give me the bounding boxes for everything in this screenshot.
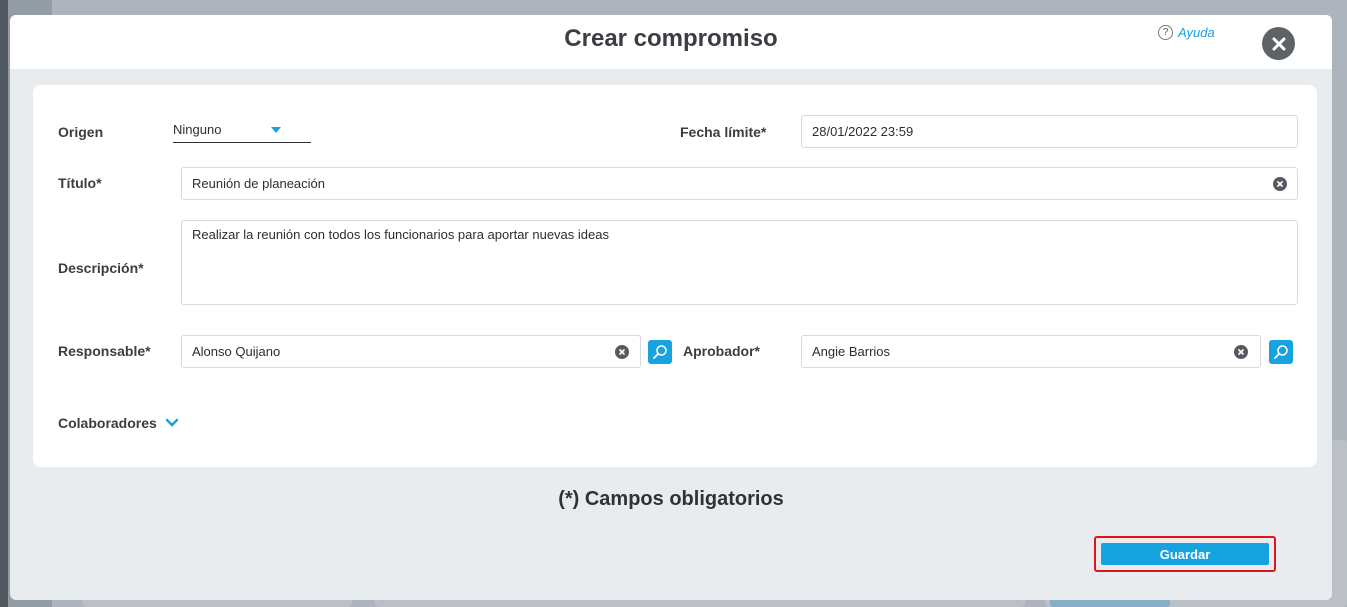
modal-header: Crear compromiso ? Ayuda [10,15,1332,69]
origen-label: Origen [58,124,104,140]
fecha-limite-label: Fecha límite* [680,124,767,140]
aprobador-label: Aprobador* [683,343,760,359]
save-button[interactable]: Guardar [1101,543,1269,565]
titulo-label: Título* [58,175,102,191]
descripcion-label: Descripción* [58,260,144,276]
help-link[interactable]: ? Ayuda [1158,25,1215,40]
colaboradores-toggle[interactable]: Colaboradores [58,415,179,431]
descripcion-textarea[interactable]: Realizar la reunión con todos los funcio… [181,220,1298,305]
responsable-label: Responsable* [58,343,151,359]
close-icon [1272,37,1285,50]
origen-value: Ninguno [173,122,222,137]
clear-icon [1237,348,1245,356]
required-fields-note: (*) Campos obligatorios [558,488,784,510]
dropdown-arrow-icon [271,127,281,133]
search-icon [653,345,667,359]
help-label: Ayuda [1178,25,1215,40]
close-button[interactable] [1262,27,1295,60]
colaboradores-label: Colaboradores [58,415,157,431]
question-circle-icon: ? [1158,25,1173,40]
search-aprobador-button[interactable] [1269,340,1293,364]
clear-titulo-button[interactable] [1273,177,1287,191]
clear-responsable-button[interactable] [615,345,629,359]
titulo-input[interactable]: Reunión de planeación [181,167,1298,200]
clear-icon [1276,180,1284,188]
chevron-down-icon [165,418,179,427]
form-card: Origen Ninguno Fecha límite* 28/01/2022 … [33,85,1317,467]
aprobador-input[interactable]: Angie Barrios [801,335,1261,368]
modal-title: Crear compromiso [564,25,778,52]
search-responsable-button[interactable] [648,340,672,364]
clear-icon [618,348,626,356]
create-commitment-modal: Crear compromiso ? Ayuda Origen Ninguno … [10,15,1332,600]
search-icon [1274,345,1288,359]
origen-select[interactable]: Ninguno [173,122,311,143]
fecha-limite-input[interactable]: 28/01/2022 23:59 [801,115,1298,148]
responsable-input[interactable]: Alonso Quijano [181,335,641,368]
clear-aprobador-button[interactable] [1234,345,1248,359]
